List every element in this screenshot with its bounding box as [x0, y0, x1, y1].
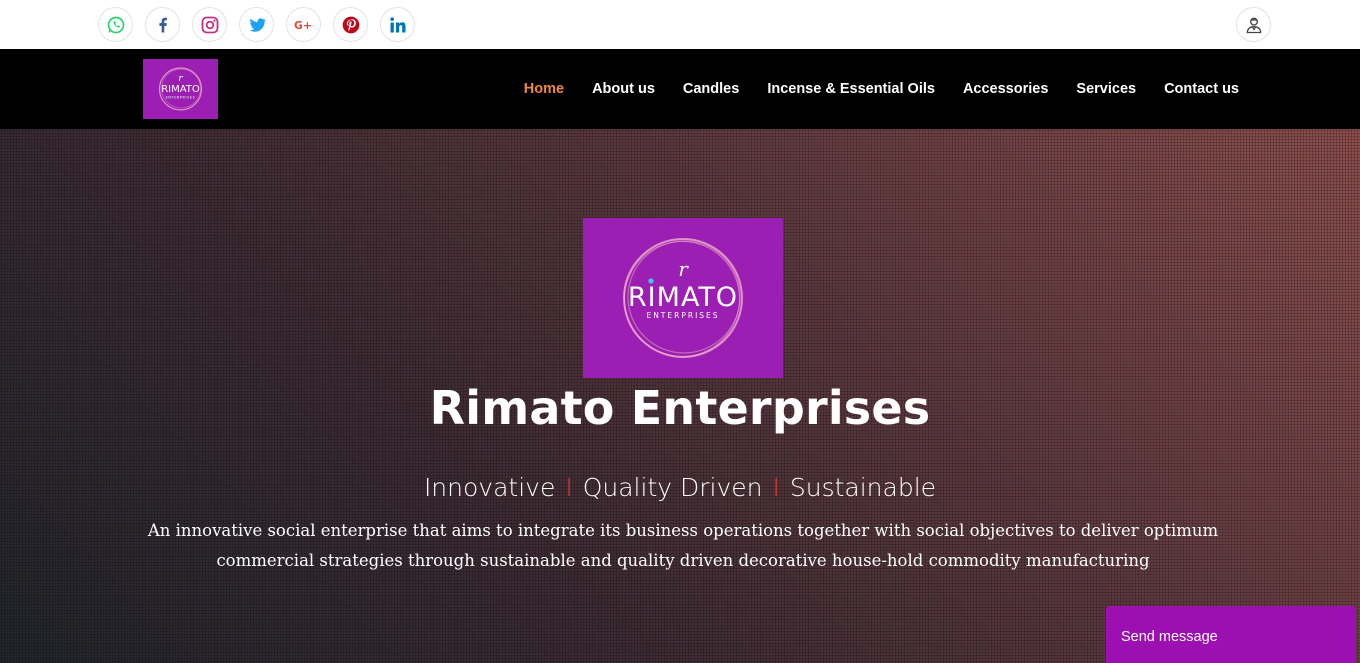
svg-text:r: r: [678, 257, 689, 281]
whatsapp-link[interactable]: [98, 7, 133, 42]
social-bar: G+: [0, 0, 1360, 49]
main-navbar: r RIMATO ENTERPRISES Home About us Candl…: [0, 49, 1360, 129]
nav-item-accessories[interactable]: Accessories: [963, 81, 1048, 97]
instagram-link[interactable]: [192, 7, 227, 42]
user-account-button[interactable]: [1236, 7, 1271, 42]
rimato-logo-small: r RIMATO ENTERPRISES: [158, 67, 203, 111]
hero-title: Rimato Enterprises: [429, 381, 931, 435]
pinterest-link[interactable]: [333, 7, 368, 42]
instagram-icon: [201, 16, 218, 33]
pinterest-icon: [342, 16, 359, 33]
rimato-logo-large: r RIMATO ENTERPRISES: [623, 238, 743, 358]
nav-item-incense-essential-oils[interactable]: Incense & Essential Oils: [767, 81, 935, 97]
twitter-link[interactable]: [239, 7, 274, 42]
linkedin-link[interactable]: [380, 7, 415, 42]
svg-text:RIMATO: RIMATO: [161, 84, 200, 95]
user-icon: [1246, 17, 1261, 33]
hero-section: r RIMATO ENTERPRISES Rimato Enterprises …: [0, 129, 1360, 663]
tagline-separator: I: [772, 473, 780, 502]
tagline-separator: I: [565, 473, 573, 502]
svg-text:ENTERPRISES: ENTERPRISES: [166, 96, 196, 100]
hero-description: An innovative social enterprise that aim…: [147, 521, 1219, 570]
nav-item-contact-us[interactable]: Contact us: [1164, 81, 1239, 97]
google-plus-link[interactable]: G+: [286, 7, 321, 42]
svg-text:G+: G+: [294, 19, 312, 32]
nav-item-about-us[interactable]: About us: [592, 81, 655, 97]
hero-tagline: Innovative I Quality Driven I Sustainable: [0, 473, 1360, 502]
tagline-innovative: Innovative: [423, 473, 556, 502]
send-message-button[interactable]: Send message: [1106, 606, 1356, 663]
svg-text:ENTERPRISES: ENTERPRISES: [646, 311, 719, 320]
nav-item-home[interactable]: Home: [524, 81, 564, 97]
site-logo[interactable]: r RIMATO ENTERPRISES: [143, 59, 218, 119]
nav-item-candles[interactable]: Candles: [683, 81, 739, 97]
twitter-icon: [249, 17, 266, 32]
facebook-link[interactable]: [145, 7, 180, 42]
nav-menu: Home About us Candles Incense & Essentia…: [496, 49, 1239, 129]
google-plus-icon: G+: [294, 19, 312, 32]
nav-item-services[interactable]: Services: [1076, 81, 1136, 97]
facebook-icon: [158, 17, 167, 32]
linkedin-icon: [389, 16, 405, 32]
hero-logo: r RIMATO ENTERPRISES: [583, 218, 783, 378]
tagline-sustainable: Sustainable: [789, 473, 937, 502]
svg-text:r: r: [178, 74, 183, 84]
tagline-quality-driven: Quality Driven: [582, 473, 763, 502]
svg-text:RIMATO: RIMATO: [628, 282, 738, 313]
whatsapp-icon: [107, 16, 124, 33]
